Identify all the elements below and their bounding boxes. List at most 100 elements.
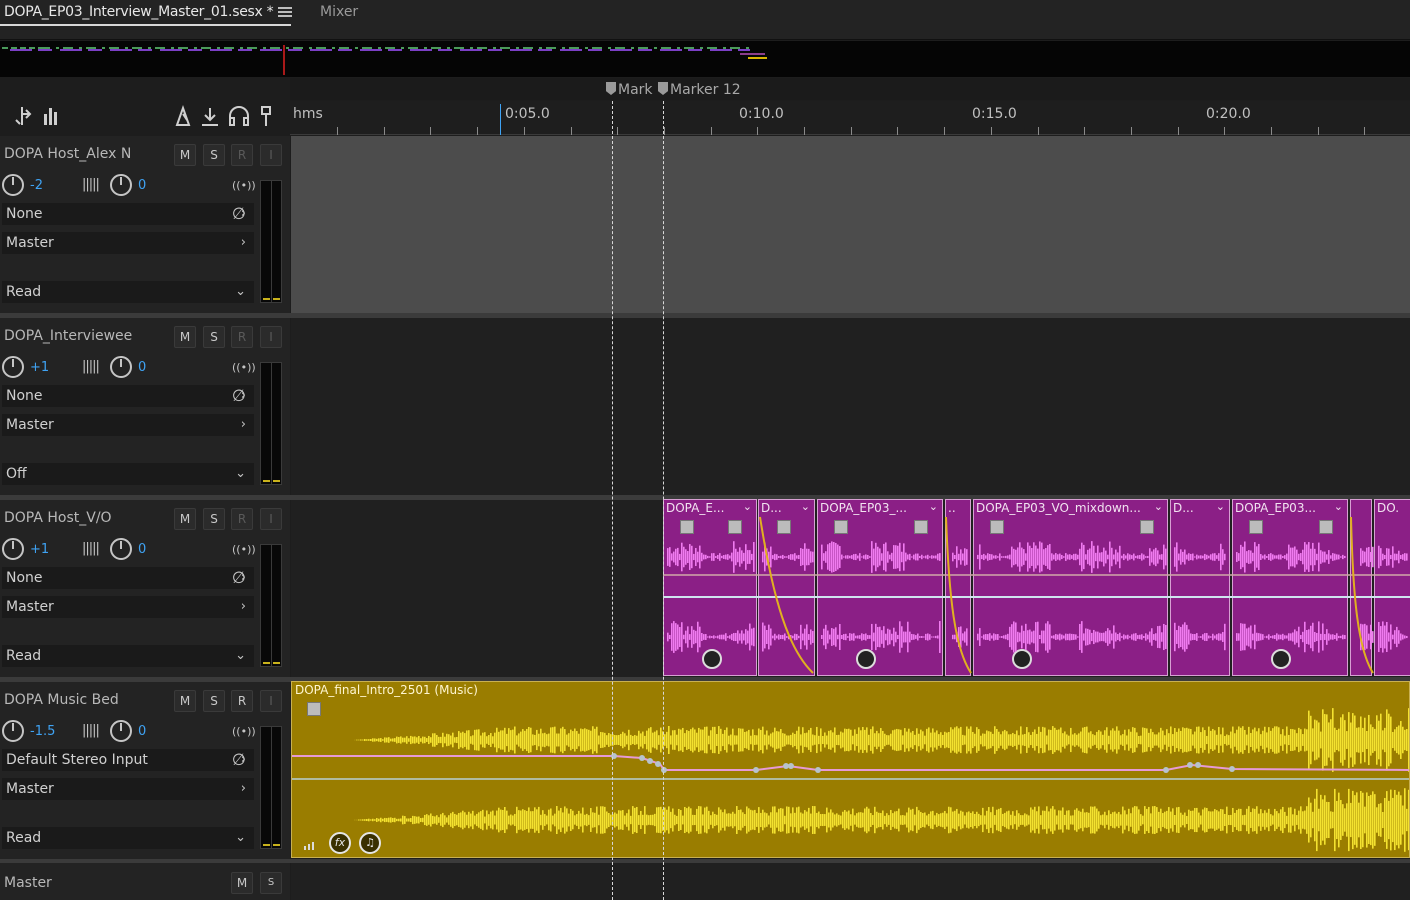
track-header-master: Master M S: [0, 863, 290, 900]
fx-icon[interactable]: fx: [329, 832, 351, 854]
solo-button[interactable]: S: [260, 872, 282, 894]
track-lane-master[interactable]: [291, 863, 1410, 900]
output-select[interactable]: Master ›: [2, 778, 254, 800]
solo-button[interactable]: S: [203, 508, 225, 530]
record-arm-button[interactable]: R: [231, 326, 253, 348]
phase-invert-icon[interactable]: ∅: [232, 750, 246, 769]
pan-value[interactable]: 0: [138, 360, 146, 375]
marker-bar[interactable]: [290, 78, 1410, 100]
frequency-icon[interactable]: [38, 105, 58, 125]
pan-value[interactable]: 0: [138, 542, 146, 557]
chevron-right-icon: ›: [240, 599, 246, 614]
automation-mode-select[interactable]: Read ⌄: [2, 281, 254, 303]
volume-value[interactable]: +1: [30, 542, 49, 557]
record-arm-button[interactable]: R: [231, 690, 253, 712]
automation-mode-select[interactable]: Read ⌄: [2, 827, 254, 849]
track-header-music-bed: DOPA Music Bed M S R I -1.5 ||||| 0 ((•)…: [0, 682, 290, 859]
track-name[interactable]: DOPA Host_V/O: [4, 510, 112, 526]
volume-value[interactable]: -1.5: [30, 724, 55, 739]
mute-button[interactable]: M: [174, 508, 196, 530]
automation-mode-select[interactable]: Read ⌄: [2, 645, 254, 667]
phase-invert-icon[interactable]: ∅: [232, 204, 246, 223]
track-lane-interviewee[interactable]: [291, 318, 1410, 495]
phase-invert-icon[interactable]: ∅: [232, 568, 246, 587]
mute-button[interactable]: M: [174, 326, 196, 348]
phase-invert-icon[interactable]: ∅: [232, 386, 246, 405]
solo-button[interactable]: S: [203, 326, 225, 348]
broadcast-icon[interactable]: ((•)): [232, 179, 256, 192]
track-lane-host-alex[interactable]: [291, 136, 1410, 313]
ruler-tick: [804, 127, 805, 135]
chevron-right-icon: ›: [240, 417, 246, 432]
mute-button[interactable]: M: [174, 690, 196, 712]
snap-icon[interactable]: [12, 105, 32, 125]
marker-flag-icon: [606, 82, 616, 95]
volume-value[interactable]: +1: [30, 360, 49, 375]
meter-icon: |||||: [82, 177, 100, 192]
punch-icon[interactable]: [200, 105, 220, 125]
pan-value[interactable]: 0: [138, 724, 146, 739]
chevron-right-icon: ›: [240, 781, 246, 796]
music-clip[interactable]: DOPA_final_Intro_2501 (Music) fx ♫: [291, 681, 1410, 858]
output-select[interactable]: Master ›: [2, 232, 254, 254]
record-arm-button[interactable]: R: [231, 508, 253, 530]
pan-knob-icon[interactable]: [110, 538, 132, 560]
solo-button[interactable]: S: [203, 690, 225, 712]
pan-knob-icon[interactable]: [110, 720, 132, 742]
volume-knob-icon[interactable]: [2, 538, 24, 560]
record-arm-button[interactable]: R: [231, 144, 253, 166]
output-select[interactable]: Master ›: [2, 414, 254, 436]
tab-mixer[interactable]: Mixer: [320, 4, 358, 20]
pan-knob-icon[interactable]: [110, 356, 132, 378]
track-name[interactable]: DOPA_Interviewee: [4, 328, 132, 344]
volume-value[interactable]: -2: [30, 178, 43, 193]
meter-icon: |||||: [82, 359, 100, 374]
menu-icon[interactable]: [278, 5, 292, 19]
pan-knob-icon[interactable]: [110, 174, 132, 196]
broadcast-icon[interactable]: ((•)): [232, 543, 256, 556]
input-select[interactable]: None ›: [2, 203, 254, 225]
ruler-tick: [524, 127, 525, 135]
input-monitor-button[interactable]: I: [260, 326, 282, 348]
input-select[interactable]: Default Stereo Input ›: [2, 749, 254, 771]
broadcast-icon[interactable]: ((•)): [232, 361, 256, 374]
level-meter: [260, 544, 282, 667]
ruler-tick: [1038, 127, 1039, 135]
tab-session[interactable]: DOPA_EP03_Interview_Master_01.sesx *: [0, 0, 292, 27]
broadcast-icon[interactable]: ((•)): [232, 725, 256, 738]
mute-button[interactable]: M: [174, 144, 196, 166]
pan-value[interactable]: 0: [138, 178, 146, 193]
input-monitor-button[interactable]: I: [260, 508, 282, 530]
ruler-tick-label: 0:10.0: [739, 106, 784, 122]
volume-knob-icon[interactable]: [2, 174, 24, 196]
ruler-tick-label: 0:05.0: [505, 106, 550, 122]
track-name[interactable]: DOPA Music Bed: [4, 692, 119, 708]
input-monitor-button[interactable]: I: [260, 144, 282, 166]
input-monitor-button[interactable]: I: [260, 690, 282, 712]
marker-12[interactable]: Marker 12: [658, 82, 741, 98]
metronome-icon[interactable]: [174, 105, 194, 125]
chevron-down-icon: ⌄: [235, 648, 246, 663]
track-name[interactable]: DOPA Host_Alex N: [4, 146, 131, 162]
note-icon[interactable]: ♫: [359, 832, 381, 854]
input-select[interactable]: None ›: [2, 385, 254, 407]
mute-button[interactable]: M: [231, 872, 253, 894]
solo-button[interactable]: S: [203, 144, 225, 166]
output-select[interactable]: Master ›: [2, 596, 254, 618]
automation-mode-select[interactable]: Off ⌄: [2, 463, 254, 485]
headphones-icon[interactable]: [230, 105, 250, 125]
volume-knob-icon[interactable]: [2, 356, 24, 378]
input-select[interactable]: None ›: [2, 567, 254, 589]
session-overview[interactable]: [0, 41, 1410, 77]
ruler-tick: [1364, 127, 1365, 135]
ruler-tick-label: 0:15.0: [972, 106, 1017, 122]
chevron-down-icon: ⌄: [235, 466, 246, 481]
marker-pin-icon[interactable]: [256, 105, 276, 125]
marker-mark[interactable]: Mark: [606, 82, 653, 98]
playhead[interactable]: [500, 104, 501, 135]
ruler-tick: [384, 127, 385, 135]
marker-flag-icon: [658, 82, 668, 95]
track-name[interactable]: Master: [4, 875, 52, 891]
active-tab-underline: [0, 24, 291, 26]
volume-knob-icon[interactable]: [2, 720, 24, 742]
